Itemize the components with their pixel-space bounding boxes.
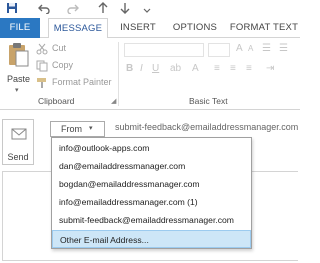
quick-access-toolbar <box>0 0 300 18</box>
from-option-1[interactable]: info@outlook-apps.com <box>52 139 251 157</box>
copy-icon <box>36 60 48 74</box>
send-label: Send <box>7 152 29 162</box>
bullets-icon[interactable]: ☰ <box>262 43 271 54</box>
from-button[interactable]: From ▾ <box>50 121 105 137</box>
from-address: submit-feedback@emailaddressmanager.com <box>115 122 299 132</box>
clipboard-dialog-launcher-icon[interactable]: ◢ <box>111 97 116 105</box>
redo-icon[interactable] <box>66 2 79 16</box>
font-color-icon[interactable]: A <box>192 63 199 74</box>
paste-label: Paste <box>7 74 31 84</box>
font-name-box[interactable] <box>124 43 204 57</box>
align-left-icon[interactable]: ≡ <box>214 63 220 74</box>
tab-file[interactable]: FILE <box>0 18 40 38</box>
paste-dropdown-arrow[interactable]: ▾ <box>15 86 19 94</box>
paste-icon <box>7 42 29 70</box>
from-option-4[interactable]: info@emailaddressmanager.com (1) <box>52 193 251 211</box>
format-painter-label: Format Painter <box>52 77 112 87</box>
clipboard-group-label: Clipboard <box>38 96 75 106</box>
align-right-icon[interactable]: ≡ <box>246 63 252 74</box>
from-dropdown-menu: info@outlook-apps.com dan@emailaddressma… <box>51 137 252 249</box>
undo-icon[interactable] <box>38 2 51 16</box>
tab-insert[interactable]: INSERT <box>116 18 160 38</box>
shrink-font-icon[interactable]: A <box>248 44 253 53</box>
cut-icon <box>36 43 48 57</box>
dropdown-arrow-icon: ▾ <box>89 125 93 132</box>
group-separator <box>118 42 119 106</box>
down-arrow-icon[interactable] <box>120 2 130 16</box>
other-email-address-option[interactable]: Other E-mail Address... <box>52 230 251 248</box>
send-icon <box>11 126 27 144</box>
from-label: From <box>61 124 82 134</box>
tab-message[interactable]: MESSAGE <box>48 18 108 39</box>
ribbon: Paste ▾ Cut Copy Format Painter Clipboar… <box>0 38 300 110</box>
format-painter-icon <box>36 77 48 91</box>
up-arrow-icon[interactable] <box>98 2 108 16</box>
tab-format-text[interactable]: FORMAT TEXT <box>228 18 300 38</box>
font-size-box[interactable] <box>208 43 230 57</box>
bold-icon[interactable]: B <box>126 63 133 74</box>
from-option-5[interactable]: submit-feedback@emailaddressmanager.com <box>52 211 251 229</box>
italic-icon[interactable]: I <box>140 63 143 74</box>
more-commands-icon[interactable] <box>143 2 151 16</box>
highlight-icon[interactable]: ab <box>170 63 181 74</box>
send-button[interactable]: Send <box>2 119 34 165</box>
from-option-2[interactable]: dan@emailaddressmanager.com <box>52 157 251 175</box>
cut-label: Cut <box>52 43 67 53</box>
underline-icon[interactable]: U <box>152 63 159 74</box>
align-center-icon[interactable]: ≡ <box>230 63 236 74</box>
from-option-3[interactable]: bogdan@emailaddressmanager.com <box>52 175 251 193</box>
tab-options[interactable]: OPTIONS <box>170 18 220 38</box>
basic-text-group-label: Basic Text <box>189 96 228 106</box>
ribbon-tabs: FILE MESSAGE INSERT OPTIONS FORMAT TEXT <box>0 18 300 39</box>
save-icon[interactable] <box>6 2 18 16</box>
copy-label: Copy <box>52 60 74 70</box>
indent-icon[interactable]: ⇥ <box>266 63 274 74</box>
paste-button[interactable]: Paste ▾ <box>4 42 32 94</box>
grow-font-icon[interactable]: A <box>236 43 243 54</box>
numbering-icon[interactable]: ☰ <box>279 43 288 54</box>
